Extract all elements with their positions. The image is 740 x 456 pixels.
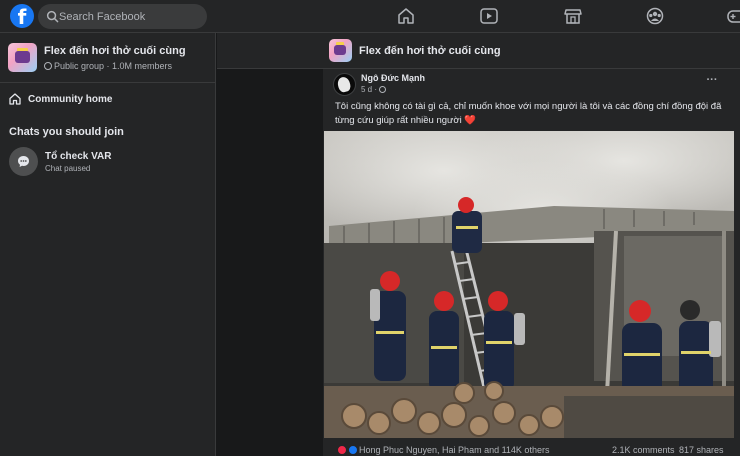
reactions-bar: Hong Phuc Nguyen, Hai Pham and 114K othe… bbox=[335, 444, 735, 456]
group-top-header: Flex đến hơi thở cuối cùng bbox=[217, 33, 740, 69]
post-time[interactable]: 5 d · bbox=[361, 85, 388, 94]
search-input[interactable] bbox=[59, 4, 199, 29]
post-text: Tôi cũng không có tài gì cả, chỉ muốn kh… bbox=[335, 100, 733, 128]
video-icon[interactable] bbox=[478, 6, 500, 26]
chat-avatar bbox=[9, 147, 38, 176]
marketplace-icon[interactable] bbox=[562, 6, 584, 26]
divider bbox=[0, 82, 215, 83]
left-sidebar: Flex đến hơi thở cuối cùng Public group … bbox=[0, 33, 216, 456]
post-text-body: Tôi cũng không có tài gì cả, chỉ muốn kh… bbox=[335, 101, 722, 126]
globe-icon bbox=[379, 86, 387, 93]
home-icon bbox=[9, 93, 21, 105]
home-icon[interactable] bbox=[395, 6, 417, 26]
comments-count[interactable]: 2.1K comments bbox=[612, 445, 675, 455]
post-photo[interactable] bbox=[324, 131, 734, 438]
group-avatar[interactable] bbox=[329, 39, 352, 62]
chat-status: Chat paused bbox=[45, 164, 91, 173]
heart-emoji: ❤️ bbox=[464, 115, 477, 126]
more-options-icon[interactable]: ··· bbox=[704, 73, 720, 89]
author-name[interactable]: Ngô Đức Mạnh bbox=[361, 73, 425, 83]
groups-icon[interactable] bbox=[644, 6, 666, 26]
shares-count[interactable]: 817 shares bbox=[679, 445, 724, 455]
gaming-icon[interactable] bbox=[726, 6, 740, 26]
group-meta: Public group · 1.0M members bbox=[44, 61, 172, 71]
author-avatar[interactable] bbox=[333, 73, 356, 96]
like-reaction-icon bbox=[348, 445, 358, 455]
search-icon bbox=[46, 10, 59, 23]
community-home-label: Community home bbox=[28, 94, 113, 105]
chat-name: Tổ check VAR bbox=[45, 151, 112, 162]
group-name[interactable]: Flex đến hơi thở cuối cùng bbox=[44, 45, 186, 57]
group-header[interactable]: Flex đến hơi thở cuối cùng Public group … bbox=[8, 43, 213, 75]
reaction-names[interactable]: Hong Phuc Nguyen, Hai Pham and 114K othe… bbox=[359, 445, 549, 455]
chat-bubble-icon bbox=[18, 156, 29, 167]
group-avatar[interactable] bbox=[8, 43, 37, 72]
firefighters-photo-image bbox=[324, 131, 734, 438]
globe-icon bbox=[44, 62, 52, 70]
love-reaction-icon bbox=[337, 445, 347, 455]
group-title[interactable]: Flex đến hơi thở cuối cùng bbox=[359, 45, 501, 57]
group-meta-text: Public group · 1.0M members bbox=[54, 61, 173, 71]
search-box[interactable] bbox=[38, 4, 207, 29]
post-time-text[interactable]: 5 d · bbox=[361, 85, 377, 94]
chats-section-title: Chats you should join bbox=[9, 126, 124, 138]
feed-post: Ngô Đức Mạnh 5 d · ··· Tôi cũng không có… bbox=[323, 69, 740, 456]
facebook-logo-icon[interactable]: f bbox=[10, 4, 34, 28]
chat-item[interactable]: Tổ check VAR Chat paused bbox=[8, 145, 208, 177]
top-navigation-bar: f bbox=[0, 0, 740, 33]
community-home-link[interactable]: Community home bbox=[8, 91, 208, 111]
